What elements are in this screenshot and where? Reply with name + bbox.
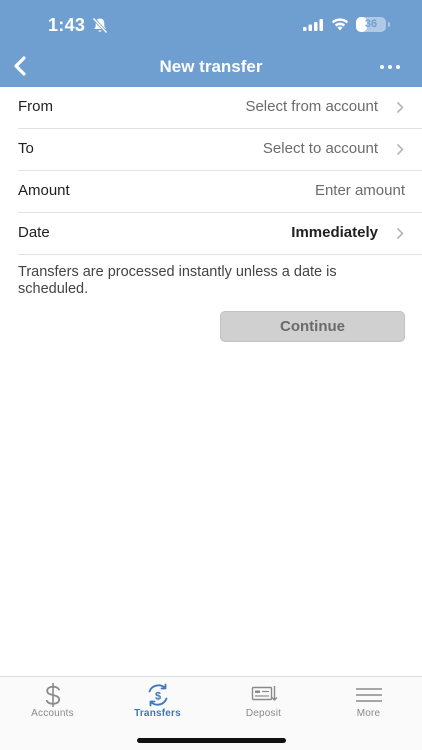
tab-accounts-label: Accounts bbox=[31, 708, 74, 719]
app-header: 1:43 36 New transfer bbox=[0, 0, 422, 87]
to-label: To bbox=[18, 140, 34, 157]
tab-more[interactable]: More bbox=[316, 677, 421, 727]
from-label: From bbox=[18, 98, 53, 115]
tab-accounts[interactable]: Accounts bbox=[0, 677, 105, 727]
wifi-icon bbox=[331, 18, 349, 31]
transfer-form: From Select from account To Select to ac… bbox=[0, 87, 422, 255]
chevron-right-icon bbox=[396, 227, 404, 240]
more-dot-icon bbox=[396, 65, 400, 69]
status-bar: 1:43 36 bbox=[0, 0, 422, 48]
more-options-button[interactable] bbox=[374, 56, 406, 78]
amount-label: Amount bbox=[18, 182, 70, 199]
battery-icon: 36 bbox=[356, 17, 386, 32]
date-value: Immediately bbox=[291, 224, 378, 241]
cellular-signal-icon bbox=[303, 19, 323, 31]
status-time: 1:43 bbox=[48, 15, 86, 35]
chevron-right-icon bbox=[396, 101, 404, 114]
from-account-row[interactable]: From Select from account bbox=[18, 87, 422, 129]
page-title: New transfer bbox=[159, 57, 263, 76]
amount-row[interactable]: Amount Enter amount bbox=[18, 171, 422, 213]
date-label: Date bbox=[18, 224, 50, 241]
tab-transfers-label: Transfers bbox=[134, 708, 181, 719]
tab-transfers[interactable]: $ Transfers bbox=[105, 677, 210, 727]
menu-icon bbox=[356, 688, 382, 702]
date-row[interactable]: Date Immediately bbox=[18, 213, 422, 255]
to-account-value: Select to account bbox=[262, 140, 378, 157]
svg-text:$: $ bbox=[155, 691, 161, 703]
to-account-row[interactable]: To Select to account bbox=[18, 129, 422, 171]
from-account-value: Select from account bbox=[245, 98, 378, 115]
bell-off-icon bbox=[92, 17, 108, 34]
home-indicator bbox=[137, 738, 286, 743]
transfer-note: Transfers are processed instantly unless… bbox=[18, 264, 337, 297]
tab-deposit[interactable]: Deposit bbox=[211, 677, 316, 727]
chevron-right-icon bbox=[396, 143, 404, 156]
more-dot-icon bbox=[380, 65, 384, 69]
battery-level: 36 bbox=[364, 18, 378, 30]
more-dot-icon bbox=[388, 65, 392, 69]
transfer-dollar-icon: $ bbox=[148, 683, 168, 707]
amount-input[interactable]: Enter amount bbox=[315, 182, 405, 199]
check-deposit-icon bbox=[251, 686, 277, 701]
tab-deposit-label: Deposit bbox=[245, 708, 282, 719]
battery-nub bbox=[388, 22, 390, 27]
tab-more-label: More bbox=[356, 708, 381, 719]
dollar-icon bbox=[45, 683, 61, 707]
continue-button[interactable]: Continue bbox=[220, 311, 405, 342]
